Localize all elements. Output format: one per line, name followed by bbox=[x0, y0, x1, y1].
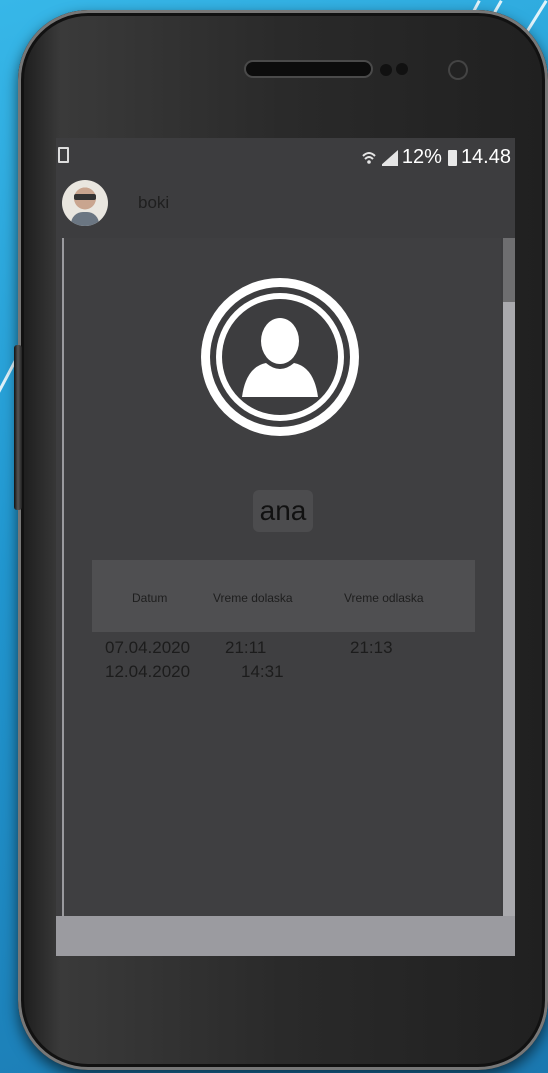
wifi-icon bbox=[362, 151, 376, 164]
column-departure: Vreme odlaska bbox=[344, 591, 424, 605]
phone-screen: 12% 14.48 boki ana Datum Vreme dolaska V… bbox=[56, 138, 515, 956]
scrollbar[interactable] bbox=[503, 238, 515, 916]
status-right: 12% 14.48 bbox=[362, 146, 511, 169]
column-arrival: Vreme dolaska bbox=[213, 591, 293, 605]
battery-icon bbox=[447, 149, 457, 166]
bottom-bar bbox=[56, 916, 515, 956]
profile-avatar bbox=[201, 278, 359, 436]
phone-speaker bbox=[246, 62, 371, 76]
signal-icon bbox=[379, 149, 398, 166]
scrollbar-thumb[interactable] bbox=[503, 238, 515, 302]
side-button bbox=[14, 345, 22, 510]
person-icon bbox=[222, 299, 338, 415]
row-date: 12.04.2020 bbox=[105, 662, 191, 681]
sensor-dot bbox=[380, 64, 392, 76]
user-name: boki bbox=[138, 193, 170, 212]
user-avatar[interactable] bbox=[62, 180, 108, 226]
row-arrival: 14:31 bbox=[241, 662, 284, 681]
status-bar: 12% 14.48 bbox=[56, 138, 515, 178]
column-date: Datum bbox=[132, 591, 168, 605]
profile-name: ana bbox=[253, 490, 313, 532]
notification-icon bbox=[58, 147, 69, 163]
row-date: 07.04.2020 bbox=[105, 638, 191, 657]
row-arrival: 21:11 bbox=[225, 638, 267, 657]
status-time: 14.48 bbox=[460, 146, 511, 168]
attendance-table-header: Datum Vreme dolaska Vreme odlaska bbox=[92, 560, 475, 632]
battery-percent: 12% bbox=[401, 146, 442, 168]
current-user[interactable]: boki bbox=[62, 178, 169, 228]
sensor-dot bbox=[396, 63, 408, 75]
camera-icon bbox=[450, 62, 466, 78]
row-departure: 21:13 bbox=[350, 638, 393, 657]
